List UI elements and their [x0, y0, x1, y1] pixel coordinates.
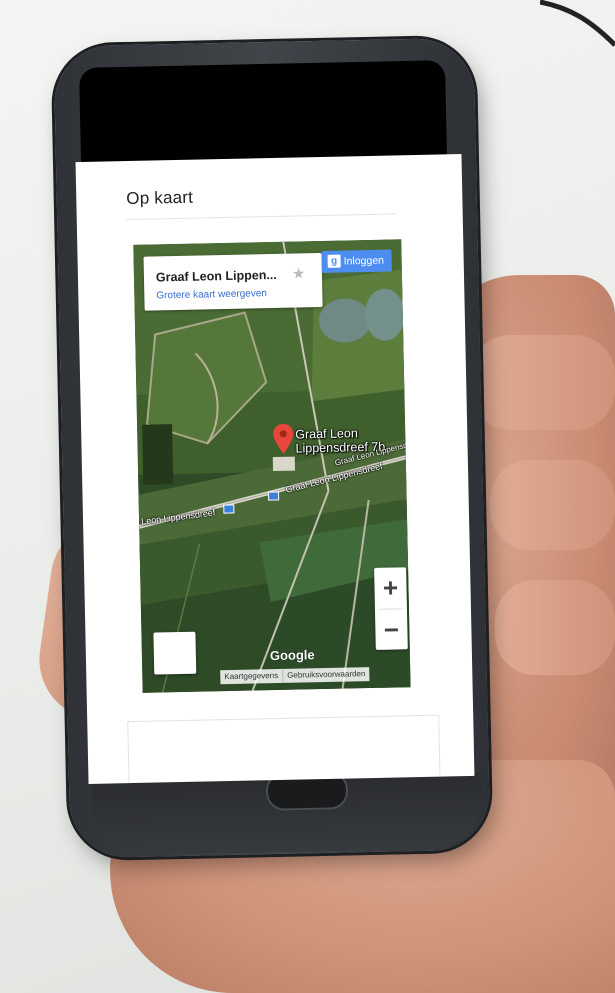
cable: [540, 0, 615, 47]
finger: [490, 460, 615, 550]
map-data-link[interactable]: Kaartgegevens: [220, 668, 284, 685]
phone-screen: Op kaart Graaf Leon Lippen... ★ Grotere …: [75, 154, 475, 784]
larger-map-link[interactable]: Grotere kaart weergeven: [156, 288, 267, 301]
place-info-card[interactable]: Graaf Leon Lippen... ★ Grotere kaart wee…: [143, 252, 323, 311]
zoom-out-button[interactable]: −: [375, 609, 408, 650]
section-title: Op kaart: [126, 187, 194, 209]
title-divider: [126, 213, 397, 221]
zoom-in-button[interactable]: +: [374, 567, 407, 608]
next-content-card: [127, 714, 441, 784]
login-button-label: Inloggen: [343, 254, 385, 268]
star-icon[interactable]: ★: [292, 264, 306, 282]
phone-top-bezel: [79, 60, 447, 164]
map-marker-icon[interactable]: [273, 423, 294, 454]
place-name[interactable]: Graaf Leon Lippen...: [156, 268, 277, 285]
map-type-toggle[interactable]: [153, 631, 197, 675]
login-button[interactable]: g Inloggen: [321, 249, 392, 273]
embedded-map[interactable]: Graaf Leon Lippen... ★ Grotere kaart wee…: [133, 239, 411, 693]
zoom-control: + −: [374, 567, 408, 650]
finger: [470, 335, 615, 430]
google-login-icon: g: [327, 254, 341, 268]
finger: [495, 580, 615, 675]
google-logo: Google: [269, 647, 315, 664]
terms-link[interactable]: Gebruiksvoorwaarden: [283, 667, 370, 683]
